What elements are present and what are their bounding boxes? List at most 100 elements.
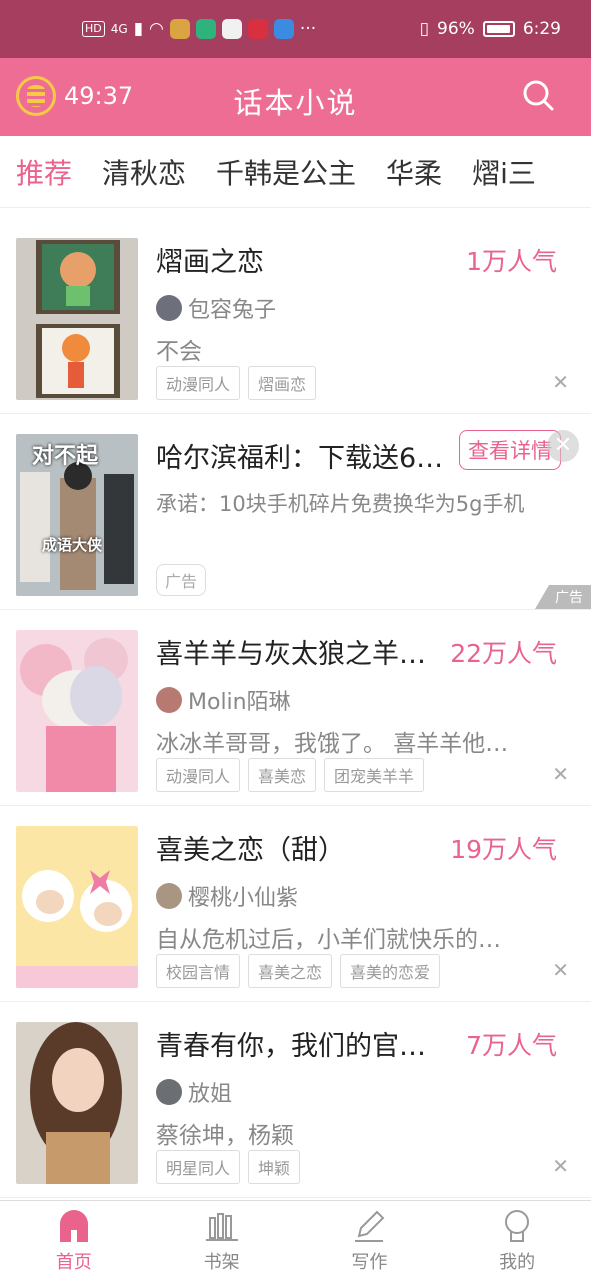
story-author[interactable]: Molin陌琳 xyxy=(156,684,291,716)
story-title: 青春有你，我们的官… xyxy=(156,1031,426,1062)
app-notification-icon xyxy=(247,19,268,39)
story-card[interactable]: 熠画之恋 1万人气 包容兔子 不会 动漫同人 熠画恋 ✕ xyxy=(0,218,591,414)
story-title: 喜羊羊与灰太狼之羊… xyxy=(156,639,426,670)
author-name: 包容兔子 xyxy=(188,298,277,323)
nav-label: 首页 xyxy=(55,1251,92,1273)
story-summary: 冰冰羊哥哥，我饿了。 喜羊羊他… xyxy=(156,731,509,757)
vibrate-icon: ▯ xyxy=(419,19,430,39)
story-cover-image xyxy=(16,826,138,988)
network-indicator: 4G xyxy=(110,22,128,36)
author-name: 放姐 xyxy=(188,1082,233,1107)
story-tags: 动漫同人 喜美恋 团宠美羊羊 xyxy=(156,758,425,792)
pencil-icon xyxy=(355,1210,385,1242)
battery-percent: 96% xyxy=(437,19,475,39)
story-summary: 不会 xyxy=(156,339,202,365)
dismiss-icon[interactable]: ✕ xyxy=(552,370,569,394)
story-author[interactable]: 包容兔子 xyxy=(156,292,276,324)
app-header: 49:37 话本小说 xyxy=(0,58,591,136)
story-tag[interactable]: 喜美恋 xyxy=(248,758,317,792)
story-title: 喜美之恋（甜） xyxy=(156,835,345,866)
story-author[interactable]: 樱桃小仙紫 xyxy=(156,880,298,912)
story-tag[interactable]: 动漫同人 xyxy=(156,366,241,400)
story-tag[interactable]: 动漫同人 xyxy=(156,758,241,792)
app-notification-icon xyxy=(169,19,190,39)
ad-tag: 广告 xyxy=(156,564,207,596)
home-icon xyxy=(59,1209,88,1242)
tab-huarou[interactable]: 华柔 xyxy=(386,152,442,192)
tab-recommend[interactable]: 推荐 xyxy=(16,152,72,192)
bookshelf-icon xyxy=(205,1212,238,1241)
nav-label: 我的 xyxy=(499,1251,536,1273)
story-cover-image xyxy=(16,1022,138,1184)
nav-label: 写作 xyxy=(351,1251,388,1273)
tab-qianhan[interactable]: 千韩是公主 xyxy=(216,152,356,192)
author-avatar xyxy=(156,1079,182,1105)
author-avatar xyxy=(156,295,182,321)
app-notification-icon xyxy=(221,19,242,39)
story-tags: 校园言情 喜美之恋 喜美的恋爱 xyxy=(156,954,441,988)
app-notification-icon xyxy=(273,19,294,39)
story-cover-image xyxy=(16,630,138,792)
dismiss-icon[interactable]: ✕ xyxy=(552,762,569,786)
author-name: Molin陌琳 xyxy=(188,690,291,715)
category-tabs: 推荐 清秋恋 千韩是公主 华柔 熠i三 xyxy=(0,136,591,208)
bottom-nav: 首页 书架 写作 我的 xyxy=(0,1200,591,1280)
wifi-icon: ◠ xyxy=(149,19,164,39)
story-popularity: 7万人气 xyxy=(466,1031,557,1060)
close-icon[interactable]: ✕ xyxy=(547,430,579,462)
story-summary: 蔡徐坤，杨颖 xyxy=(156,1123,294,1149)
hd-indicator: HD xyxy=(82,21,105,37)
ad-card[interactable]: 对不起 成语大侠 哈尔滨福利：下载送6… 查看详情 ✕ 承诺：10块手机碎片免费… xyxy=(0,414,591,610)
story-tag[interactable]: 明星同人 xyxy=(156,1150,241,1184)
story-tag[interactable]: 坤颖 xyxy=(248,1150,301,1184)
story-tag[interactable]: 喜美的恋爱 xyxy=(340,954,441,988)
story-feed: 熠画之恋 1万人气 包容兔子 不会 动漫同人 熠画恋 ✕ 对不起 成语大侠 哈尔… xyxy=(0,218,591,1198)
ad-cover-caption-top: 对不起 xyxy=(32,444,99,469)
ad-cover-caption-bottom: 成语大侠 xyxy=(42,536,103,554)
view-details-button[interactable]: 查看详情 xyxy=(459,430,561,470)
author-name: 樱桃小仙紫 xyxy=(188,886,299,911)
story-title: 熠画之恋 xyxy=(156,247,264,278)
story-author[interactable]: 放姐 xyxy=(156,1076,232,1108)
story-popularity: 19万人气 xyxy=(450,835,557,864)
tab-yi[interactable]: 熠i三 xyxy=(472,152,536,192)
ad-mark: 广告 xyxy=(535,585,591,609)
dismiss-icon[interactable]: ✕ xyxy=(552,1154,569,1178)
dismiss-icon[interactable]: ✕ xyxy=(552,958,569,982)
ad-title: 哈尔滨福利：下载送6… xyxy=(156,443,444,474)
app-notification-icon xyxy=(195,19,216,39)
story-tag[interactable]: 校园言情 xyxy=(156,954,241,988)
story-tag[interactable]: 熠画恋 xyxy=(248,366,317,400)
story-card[interactable]: 喜美之恋（甜） 19万人气 樱桃小仙紫 自从危机过后，小羊们就快乐的… 校园言情… xyxy=(0,806,591,1002)
more-notifications-icon: ··· xyxy=(299,19,317,39)
signal-icon: ▮ xyxy=(133,19,144,39)
ad-description: 承诺：10块手机碎片免费换华为5g手机 xyxy=(156,492,525,516)
profile-icon xyxy=(505,1209,530,1242)
nav-home[interactable]: 首页 xyxy=(0,1201,148,1280)
story-popularity: 1万人气 xyxy=(466,247,557,276)
story-popularity: 22万人气 xyxy=(450,639,557,668)
search-icon[interactable] xyxy=(521,78,555,112)
status-bar: HD 4G ▮ ◠ ··· ▯ 96% 6:29 xyxy=(0,0,591,58)
status-right: ▯ 96% 6:29 xyxy=(420,19,561,39)
nav-profile[interactable]: 我的 xyxy=(443,1201,591,1280)
battery-icon xyxy=(482,21,515,37)
author-avatar xyxy=(156,883,182,909)
clock: 6:29 xyxy=(522,19,561,39)
story-summary: 自从危机过后，小羊们就快乐的… xyxy=(156,927,501,953)
ad-cover-image: 对不起 成语大侠 xyxy=(16,434,138,596)
status-left: HD 4G ▮ ◠ ··· xyxy=(82,19,316,39)
nav-write[interactable]: 写作 xyxy=(296,1201,444,1280)
story-cover-image xyxy=(16,238,138,400)
story-tag[interactable]: 喜美之恋 xyxy=(248,954,333,988)
story-card[interactable]: 青春有你，我们的官… 7万人气 放姐 蔡徐坤，杨颖 明星同人 坤颖 ✕ xyxy=(0,1002,591,1198)
story-tags: 动漫同人 熠画恋 xyxy=(156,366,317,400)
nav-bookshelf[interactable]: 书架 xyxy=(148,1201,296,1280)
nav-label: 书架 xyxy=(203,1251,240,1273)
story-tag[interactable]: 团宠美羊羊 xyxy=(324,758,425,792)
tab-qingqiu[interactable]: 清秋恋 xyxy=(102,152,186,192)
author-avatar xyxy=(156,687,182,713)
app-title: 话本小说 xyxy=(233,86,358,120)
story-card[interactable]: 喜羊羊与灰太狼之羊… 22万人气 Molin陌琳 冰冰羊哥哥，我饿了。 喜羊羊他… xyxy=(0,610,591,806)
story-tags: 明星同人 坤颖 xyxy=(156,1150,301,1184)
